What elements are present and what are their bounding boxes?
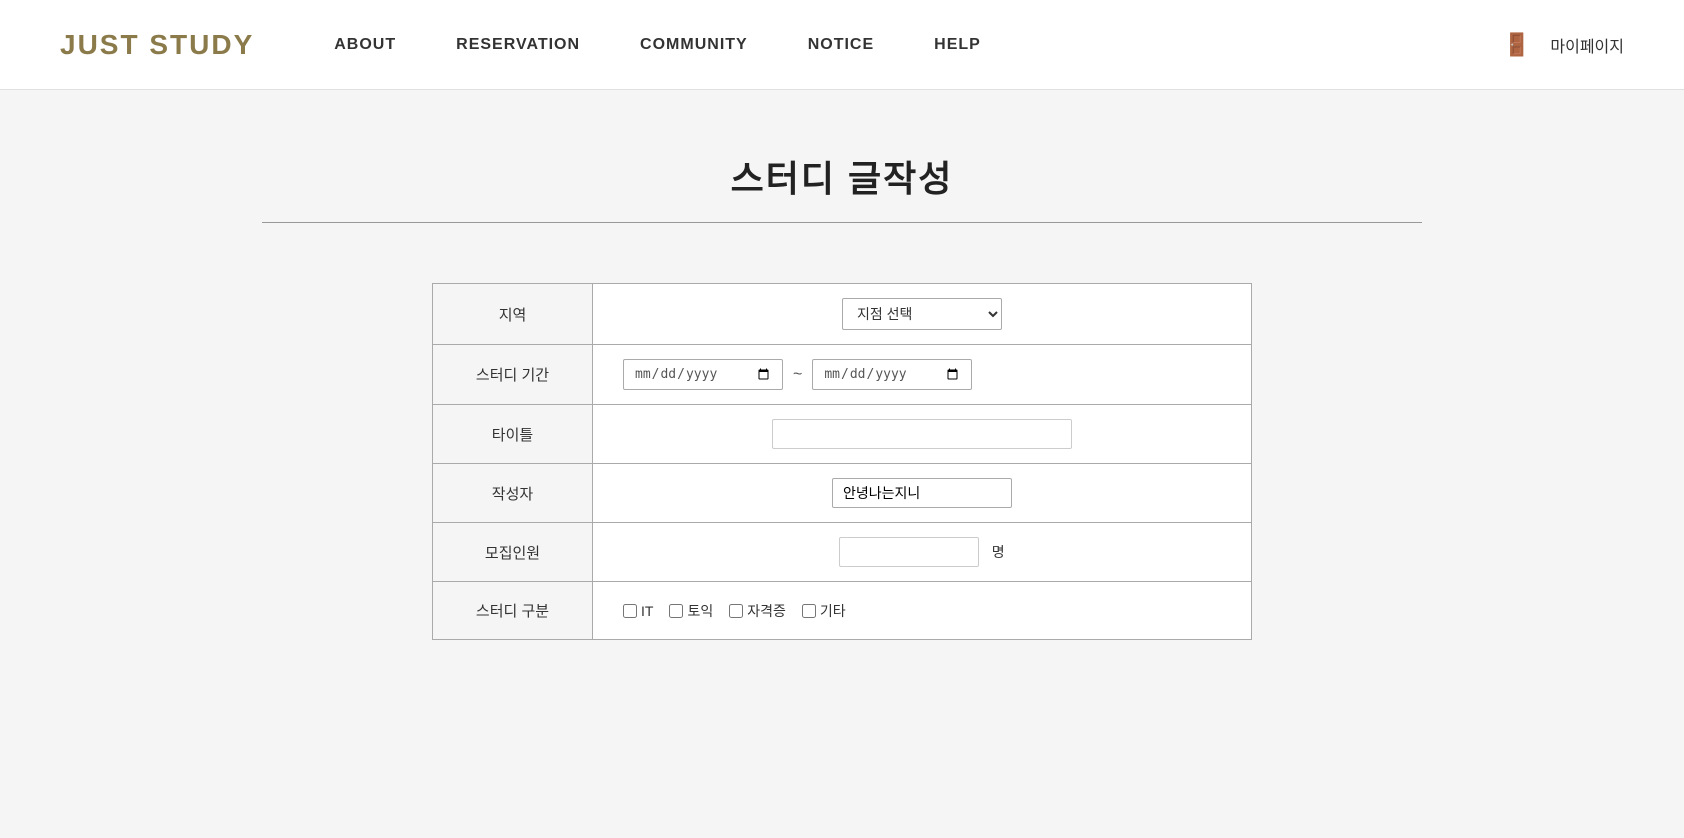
members-unit: 명 [992,544,1005,560]
checkbox-certificate[interactable] [729,604,743,618]
members-label: 모집인원 [433,523,593,582]
date-end-input[interactable] [812,359,972,390]
region-label: 지역 [433,284,593,345]
date-start-input[interactable] [623,359,783,390]
nav-right: 🚪 마이페이지 [1503,32,1624,58]
category-other[interactable]: 기타 [802,601,846,621]
nav: ABOUT RESERVATION COMMUNITY NOTICE HELP [334,36,1503,54]
category-label: 스터디 구분 [433,582,593,640]
main-content: 스터디 글작성 지역 지점 선택 스터디 기간 ~ [242,90,1442,700]
category-certificate[interactable]: 자격증 [729,601,786,621]
logo[interactable]: JUST STUDY [60,29,254,61]
title-field [593,405,1252,464]
nav-community[interactable]: COMMUNITY [640,36,748,54]
nav-help[interactable]: HELP [934,36,981,54]
title-divider [262,222,1422,223]
checkbox-it[interactable] [623,604,637,618]
study-form-table: 지역 지점 선택 스터디 기간 ~ 타이틀 [432,283,1252,640]
page-title: 스터디 글작성 [262,150,1422,202]
title-row: 타이틀 [433,405,1252,464]
region-select[interactable]: 지점 선택 [842,298,1002,330]
author-input[interactable] [832,478,1012,508]
checkbox-other-label: 기타 [820,601,846,621]
checkbox-toeic-label: 토익 [687,601,713,621]
nav-notice[interactable]: NOTICE [808,36,874,54]
category-toeic[interactable]: 토익 [669,601,713,621]
category-field: IT 토익 자격증 기타 [593,582,1252,640]
date-wrapper: ~ [623,359,1221,390]
members-field: 명 [593,523,1252,582]
date-separator: ~ [793,366,802,384]
category-row: 스터디 구분 IT 토익 자격증 [433,582,1252,640]
category-it[interactable]: IT [623,603,653,619]
title-label: 타이틀 [433,405,593,464]
category-checkbox-group: IT 토익 자격증 기타 [623,601,1221,621]
checkbox-certificate-label: 자격증 [747,601,786,621]
author-field [593,464,1252,523]
mypage-link[interactable]: 마이페이지 [1550,33,1624,57]
header: JUST STUDY ABOUT RESERVATION COMMUNITY N… [0,0,1684,90]
author-label: 작성자 [433,464,593,523]
members-row: 모집인원 명 [433,523,1252,582]
nav-reservation[interactable]: RESERVATION [456,36,580,54]
login-icon[interactable]: 🚪 [1503,32,1530,58]
period-field: ~ [593,345,1252,405]
author-row: 작성자 [433,464,1252,523]
checkbox-it-label: IT [641,603,653,619]
nav-about[interactable]: ABOUT [334,36,396,54]
period-label: 스터디 기간 [433,345,593,405]
checkbox-other[interactable] [802,604,816,618]
period-row: 스터디 기간 ~ [433,345,1252,405]
title-input[interactable] [772,419,1072,449]
region-row: 지역 지점 선택 [433,284,1252,345]
members-input[interactable] [839,537,979,567]
checkbox-toeic[interactable] [669,604,683,618]
region-field: 지점 선택 [593,284,1252,345]
